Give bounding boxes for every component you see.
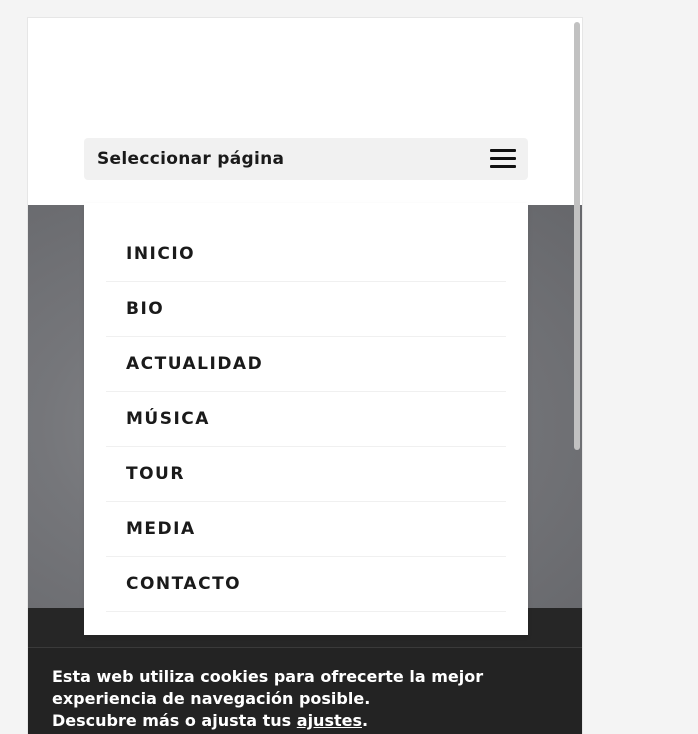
menu-list: INICIO BIO ACTUALIDAD MÚSICA TOUR MEDIA … [106, 227, 506, 612]
cookie-settings-prefix: Descubre más o ajusta tus [52, 711, 297, 730]
cookie-settings-line: Descubre más o ajusta tus ajustes. [52, 710, 564, 732]
cookie-settings-link[interactable]: ajustes [297, 711, 362, 730]
page-viewport: Seleccionar página INICIO BIO ACTUALIDAD… [27, 17, 583, 734]
scrollbar-thumb[interactable] [574, 22, 580, 450]
page-selector[interactable]: Seleccionar página [84, 138, 528, 180]
page-selector-label: Seleccionar página [97, 149, 285, 169]
menu-item-media[interactable]: MEDIA [106, 502, 506, 557]
menu-item-musica[interactable]: MÚSICA [106, 392, 506, 447]
cookie-banner: Esta web utiliza cookies para ofrecerte … [28, 647, 582, 734]
menu-item-tour[interactable]: TOUR [106, 447, 506, 502]
menu-item-actualidad[interactable]: ACTUALIDAD [106, 337, 506, 392]
menu-item-bio[interactable]: BIO [106, 282, 506, 337]
menu-item-inicio[interactable]: INICIO [106, 227, 506, 282]
cookie-message: Esta web utiliza cookies para ofrecerte … [52, 667, 484, 708]
menu-item-contacto[interactable]: CONTACTO [106, 557, 506, 612]
cookie-settings-suffix: . [361, 711, 369, 730]
mobile-menu-dropdown: INICIO BIO ACTUALIDAD MÚSICA TOUR MEDIA … [84, 203, 528, 635]
hamburger-icon[interactable] [490, 149, 516, 169]
